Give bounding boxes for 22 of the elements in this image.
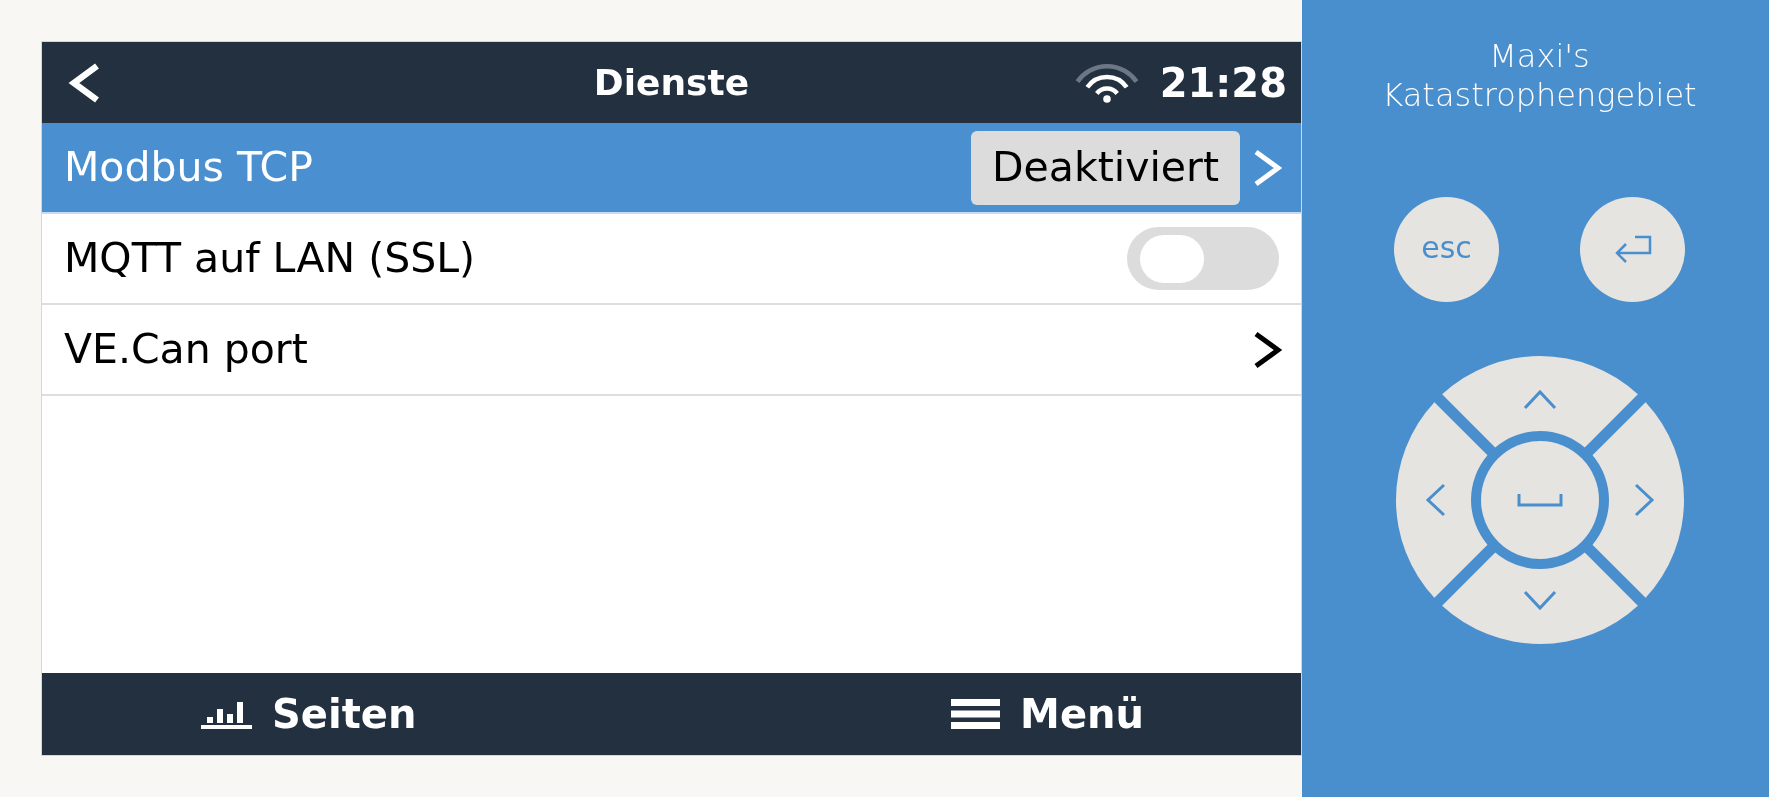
device-name: Maxi's Katastrophengebiet (1382, 37, 1697, 115)
row-label: Modbus TCP (64, 141, 313, 193)
pages-button[interactable]: Seiten (201, 684, 417, 744)
menu-icon (951, 699, 1001, 729)
chevron-up-icon (1523, 389, 1556, 410)
chevron-left-icon (1425, 483, 1445, 517)
value-display: Deaktiviert (971, 130, 1240, 205)
settings-row[interactable]: Modbus TCP Deaktiviert (42, 123, 1301, 214)
row-label: VE.Can port (64, 323, 308, 375)
menu-button[interactable]: Menü (951, 684, 1144, 744)
dpad-center-button[interactable] (1480, 441, 1599, 559)
dpad-left-button[interactable] (1395, 402, 1487, 598)
screen-title: Dienste (593, 60, 750, 105)
dpad-right-button[interactable] (1592, 402, 1684, 598)
clock-time: 21:28 (1159, 58, 1287, 108)
dpad-down-button[interactable] (1441, 552, 1638, 644)
dpad-up-button[interactable] (1441, 356, 1638, 448)
chevron-down-icon (1523, 590, 1556, 611)
chevron-right-icon (1634, 483, 1654, 517)
bar-chart-icon (201, 699, 252, 729)
row-label: MQTT auf LAN (SSL) (64, 232, 476, 284)
space-bar-icon (1517, 494, 1562, 507)
